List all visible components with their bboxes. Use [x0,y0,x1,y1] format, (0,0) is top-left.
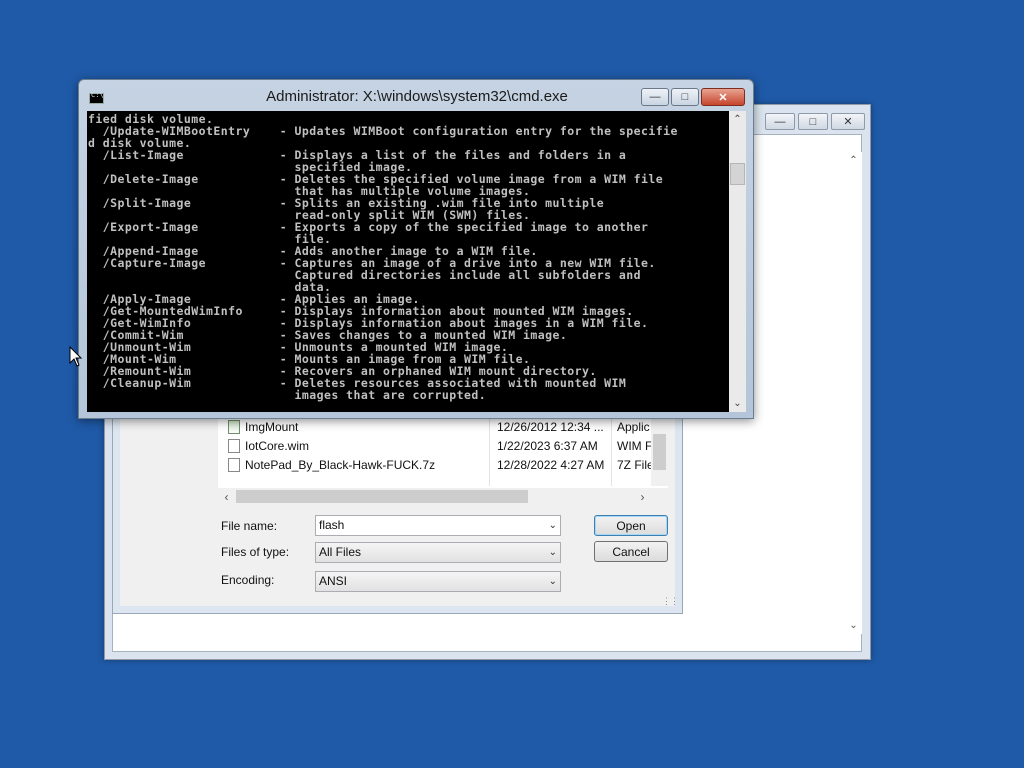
list-item[interactable]: NotePad_By_Black-Hawk-FUCK.7z 12/28/2022… [218,455,668,474]
window-controls: — □ ✕ [639,88,745,106]
file-name: NotePad_By_Black-Hawk-FUCK.7z [245,457,436,472]
chevron-down-icon[interactable]: ⌄ [549,516,557,535]
console-output[interactable]: fied disk volume. /Update-WIMBootEntry -… [87,111,729,412]
encoding-label: Encoding: [221,573,275,587]
notepad-maximize-button[interactable]: □ [798,113,828,130]
notepad-vertical-scrollbar[interactable]: ⌃ ⌄ [845,152,862,634]
notepad-minimize-button[interactable]: — [765,113,795,130]
file-name: ImgMount [245,419,299,434]
file-type: 7Z File [617,457,654,472]
app-icon [228,419,240,434]
console-vertical-scrollbar[interactable]: ⌃ ⌄ [729,111,746,412]
cancel-button[interactable]: Cancel [594,541,668,562]
mouse-cursor-icon [69,346,83,367]
files-of-type-select[interactable]: All Files ⌄ [315,542,561,563]
scroll-left-icon[interactable]: ‹ [218,488,235,505]
maximize-button[interactable]: □ [671,88,699,106]
file-type: WIM F [617,438,653,453]
scroll-thumb[interactable] [730,163,745,185]
file-name-combo[interactable]: flash ⌄ [315,515,561,536]
chevron-down-icon[interactable]: ⌄ [549,543,557,562]
scroll-up-icon[interactable]: ⌃ [845,152,862,169]
file-date: 1/22/2023 6:37 AM [497,438,598,453]
file-name: IotCore.wim [245,438,310,453]
scroll-up-icon[interactable]: ⌃ [729,111,746,128]
file-name-label: File name: [221,519,278,533]
files-of-type-label: Files of type: [221,545,290,559]
chevron-down-icon[interactable]: ⌄ [549,572,557,591]
open-button[interactable]: Open [594,515,668,536]
files-of-type-value: All Files [319,545,362,559]
notepad-caption-buttons: — □ ✕ [762,113,865,132]
file-icon [228,457,240,472]
file-list-horizontal-scrollbar[interactable]: ‹ › [218,488,668,505]
scroll-down-icon[interactable]: ⌄ [729,395,746,412]
file-date: 12/28/2022 4:27 AM [497,457,605,472]
scroll-thumb[interactable] [653,434,666,470]
notepad-close-button[interactable]: ✕ [831,113,865,130]
file-name-value: flash [319,518,345,532]
console-text: fied disk volume. /Update-WIMBootEntry -… [88,112,678,402]
list-item[interactable]: IotCore.wim 1/22/2023 6:37 AM WIM F [218,436,668,455]
scroll-thumb[interactable] [236,490,528,503]
encoding-select[interactable]: ANSI ⌄ [315,571,561,592]
file-date: 12/26/2012 12:34 ... [497,419,604,434]
scroll-right-icon[interactable]: › [634,488,651,505]
file-type: Applic [617,419,650,434]
minimize-button[interactable]: — [641,88,669,106]
close-button[interactable]: ✕ [701,88,745,106]
list-item[interactable]: ImgMount 12/26/2012 12:34 ... Applic [218,417,668,436]
resize-grip-icon[interactable]: ⋮⋮ [662,596,679,607]
encoding-value: ANSI [319,574,348,588]
file-icon [228,438,240,453]
scroll-down-icon[interactable]: ⌄ [845,617,862,634]
cmd-window: C:\ Administrator: X:\windows\system32\c… [78,79,754,419]
